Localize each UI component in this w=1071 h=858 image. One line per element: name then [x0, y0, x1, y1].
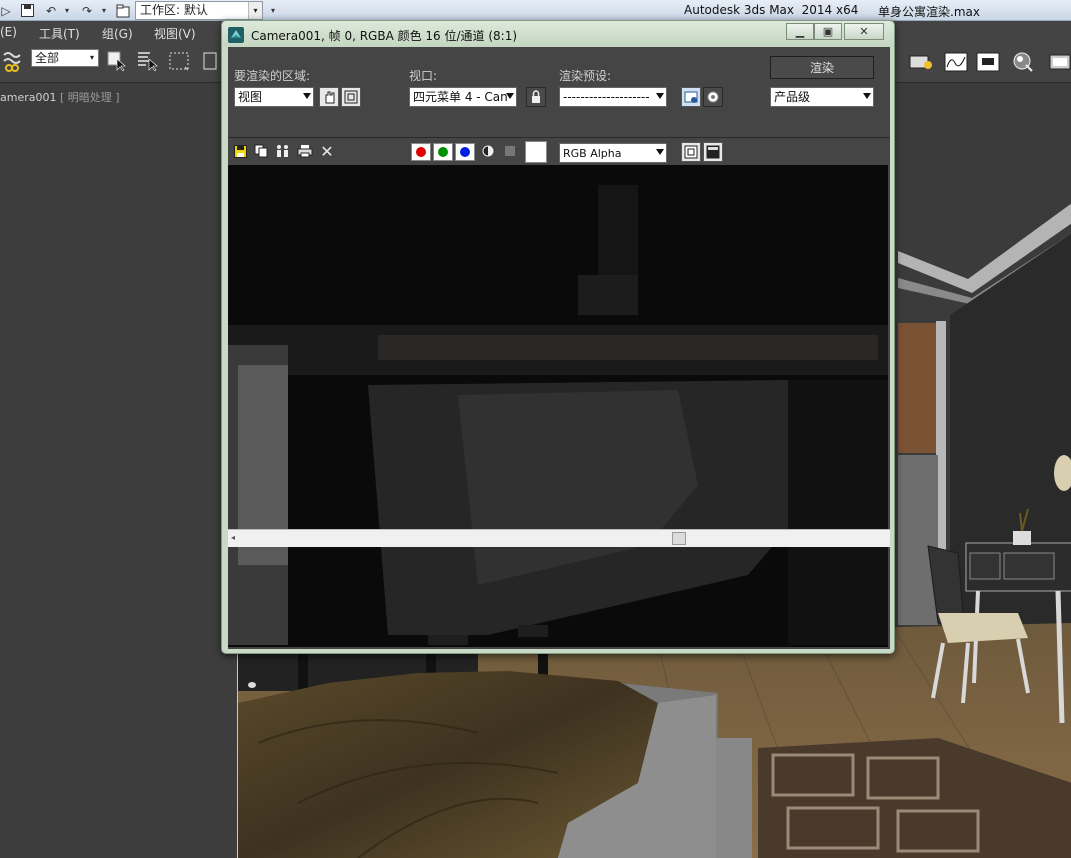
horizontal-scrollbar[interactable]: ◂: [228, 529, 890, 547]
chevron-down-icon: ▾: [248, 2, 262, 19]
area-to-render-value: 视图: [238, 90, 263, 104]
workspace-menu-icon[interactable]: ▾: [266, 2, 280, 19]
blue-channel-toggle[interactable]: [455, 143, 475, 161]
lock-icon: [532, 90, 540, 103]
chevron-down-icon: [656, 93, 664, 99]
green-channel-icon: [438, 147, 448, 157]
red-channel-icon: [416, 147, 426, 157]
scroll-left-icon[interactable]: ◂: [231, 533, 235, 542]
save-icon[interactable]: [19, 2, 35, 19]
selection-filter-value: 全部: [35, 51, 60, 65]
chevron-down-icon: [656, 149, 664, 155]
print-image-icon[interactable]: [296, 142, 314, 160]
render-quality-dropdown[interactable]: 产品级: [770, 87, 874, 107]
project-folder-icon[interactable]: [114, 2, 132, 19]
material-editor-icon[interactable]: [1012, 50, 1036, 74]
viewport-select-label: 视口:: [409, 69, 438, 83]
menu-group[interactable]: 组(G): [102, 25, 133, 42]
red-channel-toggle[interactable]: [411, 143, 431, 161]
blue-channel-icon: [460, 147, 470, 157]
menu-edit[interactable]: (E): [0, 25, 17, 39]
close-button[interactable]: ✕: [844, 23, 884, 40]
app-root: ▷ ↶ ▾ ↷ ▾ 工作区: 默认 ▾ ▾ Autodesk 3ds Max 2…: [0, 0, 1071, 858]
display-channel-value: RGB Alpha: [563, 147, 622, 160]
schematic-view-icon[interactable]: [976, 50, 1000, 74]
area-to-render-dropdown[interactable]: 视图: [234, 87, 314, 107]
clone-frame-window-icon[interactable]: [274, 142, 292, 160]
3dsmax-logo-icon: [228, 27, 244, 43]
viewport-select-dropdown[interactable]: 四元菜单 4 - Can: [409, 87, 517, 107]
select-object-icon[interactable]: [104, 48, 128, 72]
render-preset-dropdown[interactable]: --------------------: [559, 87, 667, 107]
render-frame-icon[interactable]: [908, 50, 932, 74]
window-crossing-icon[interactable]: [198, 49, 222, 73]
chevron-down-icon: [863, 93, 871, 99]
workspace-dropdown[interactable]: 工作区: 默认 ▾: [135, 1, 263, 20]
viewport-select-value: 四元菜单 4 - Can: [413, 90, 508, 104]
rendered-frame-body: 要渲染的区域: 视图 视口: 四元菜单 4 - Can 渲染预设: ------…: [228, 47, 890, 649]
auto-region-icon[interactable]: [341, 87, 361, 107]
redo-dropdown-icon[interactable]: ▾: [100, 2, 108, 19]
minimize-icon: ▁: [795, 25, 805, 38]
app-title-bar: ▷ ↶ ▾ ↷ ▾ 工作区: 默认 ▾ ▾ Autodesk 3ds Max 2…: [0, 0, 1071, 21]
monochrome-icon[interactable]: [501, 142, 519, 160]
viewport-camera-name[interactable]: amera001: [0, 91, 56, 104]
select-by-name-icon[interactable]: [135, 48, 159, 72]
maximize-icon: ▣: [822, 25, 834, 38]
edit-region-icon[interactable]: [319, 87, 339, 107]
toggle-ui-overlay-icon[interactable]: [681, 142, 701, 162]
green-channel-toggle[interactable]: [433, 143, 453, 161]
redo-icon[interactable]: ↷: [77, 2, 97, 19]
render-quality-value: 产品级: [774, 90, 811, 104]
render-setup-icon[interactable]: [1048, 50, 1071, 74]
bind-space-warp-icon[interactable]: [0, 49, 24, 73]
viewport-label[interactable]: amera001 [ 明暗处理 ]: [0, 89, 120, 105]
environment-icon: [707, 91, 719, 103]
render-button[interactable]: 渲染: [770, 56, 874, 79]
toggle-ui-icon[interactable]: [703, 142, 723, 162]
menu-views[interactable]: 视图(V): [154, 25, 196, 42]
menu-tools[interactable]: 工具(T): [39, 25, 80, 42]
clear-image-icon[interactable]: ✕: [318, 142, 336, 161]
chevron-down-icon: [506, 93, 514, 99]
chevron-down-icon: ▾: [89, 53, 94, 62]
display-channel-dropdown[interactable]: RGB Alpha: [559, 143, 667, 163]
save-image-icon[interactable]: [231, 142, 249, 160]
rendered-frame-caption: Camera001, 帧 0, RGBA 颜色 16 位/通道 (8:1): [251, 29, 518, 43]
chevron-down-icon: [303, 93, 311, 99]
render-setup-button[interactable]: [681, 87, 701, 107]
lock-viewport-button[interactable]: [526, 87, 546, 107]
app-title: Autodesk 3ds Max 2014 x64: [684, 3, 859, 17]
rendered-image: [228, 165, 888, 647]
open-icon[interactable]: ▷: [0, 2, 12, 19]
rendered-image-canvas[interactable]: [228, 165, 888, 647]
curve-editor-icon[interactable]: [944, 50, 968, 74]
workspace-label: 工作区: 默认: [140, 3, 208, 17]
render-setup-icon: [684, 91, 698, 103]
close-icon: ✕: [859, 25, 869, 38]
viewport-shading-mode[interactable]: [ 明暗处理 ]: [60, 91, 120, 104]
display-alpha-icon[interactable]: [479, 142, 497, 160]
rendered-frame-window: Camera001, 帧 0, RGBA 颜色 16 位/通道 (8:1) ▁ …: [221, 20, 895, 654]
file-title: 单身公寓渲染.max: [878, 5, 980, 19]
copy-image-icon[interactable]: [252, 142, 270, 160]
maximize-button[interactable]: ▣: [814, 23, 842, 40]
selection-filter-dropdown[interactable]: 全部 ▾: [31, 49, 99, 67]
left-panel: amera001 [ 明暗处理 ]: [0, 83, 237, 858]
render-preset-value: --------------------: [563, 90, 650, 104]
environment-effects-button[interactable]: [703, 87, 723, 107]
rectangular-selection-icon[interactable]: [167, 49, 191, 73]
toolbar-separator: [228, 137, 890, 138]
render-preset-label: 渲染预设:: [559, 69, 612, 83]
color-swatch[interactable]: [525, 141, 547, 163]
scrollbar-thumb[interactable]: [672, 532, 686, 545]
undo-dropdown-icon[interactable]: ▾: [63, 2, 71, 19]
area-to-render-label: 要渲染的区域:: [234, 69, 311, 83]
minimize-button[interactable]: ▁: [786, 23, 814, 40]
undo-icon[interactable]: ↶: [41, 2, 61, 19]
rendered-frame-title-bar[interactable]: Camera001, 帧 0, RGBA 颜色 16 位/通道 (8:1) ▁ …: [222, 21, 894, 47]
